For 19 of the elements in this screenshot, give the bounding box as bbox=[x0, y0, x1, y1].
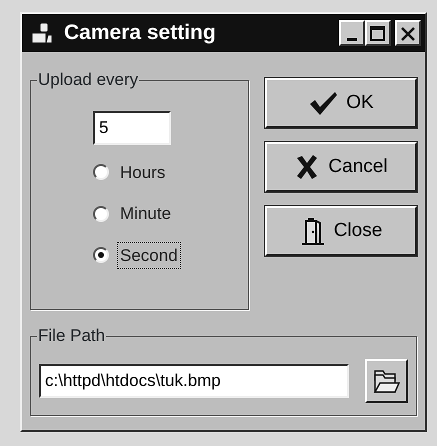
browse-button[interactable] bbox=[365, 359, 408, 403]
minimize-icon bbox=[347, 38, 357, 42]
radio-label[interactable]: Hours bbox=[117, 158, 168, 186]
cancel-button[interactable]: Cancel bbox=[265, 142, 417, 192]
maximize-button[interactable] bbox=[365, 20, 391, 46]
radio-label[interactable]: Minute bbox=[117, 200, 174, 228]
check-icon bbox=[308, 90, 338, 116]
minimize-button[interactable] bbox=[339, 20, 365, 46]
ok-button[interactable]: OK bbox=[265, 78, 417, 128]
window-title: Camera setting bbox=[64, 20, 217, 46]
close-button[interactable]: Close bbox=[265, 206, 417, 256]
radio-button[interactable] bbox=[93, 247, 109, 264]
radio-label[interactable]: Second bbox=[117, 242, 181, 269]
file-path-field[interactable]: c:\httpd\htdocs\tuk.bmp bbox=[39, 364, 350, 398]
door-icon bbox=[300, 216, 326, 246]
radio-button[interactable] bbox=[93, 164, 109, 180]
close-button[interactable] bbox=[395, 20, 421, 46]
interval-field[interactable]: 5 bbox=[93, 111, 171, 144]
radio-button[interactable] bbox=[93, 206, 109, 222]
